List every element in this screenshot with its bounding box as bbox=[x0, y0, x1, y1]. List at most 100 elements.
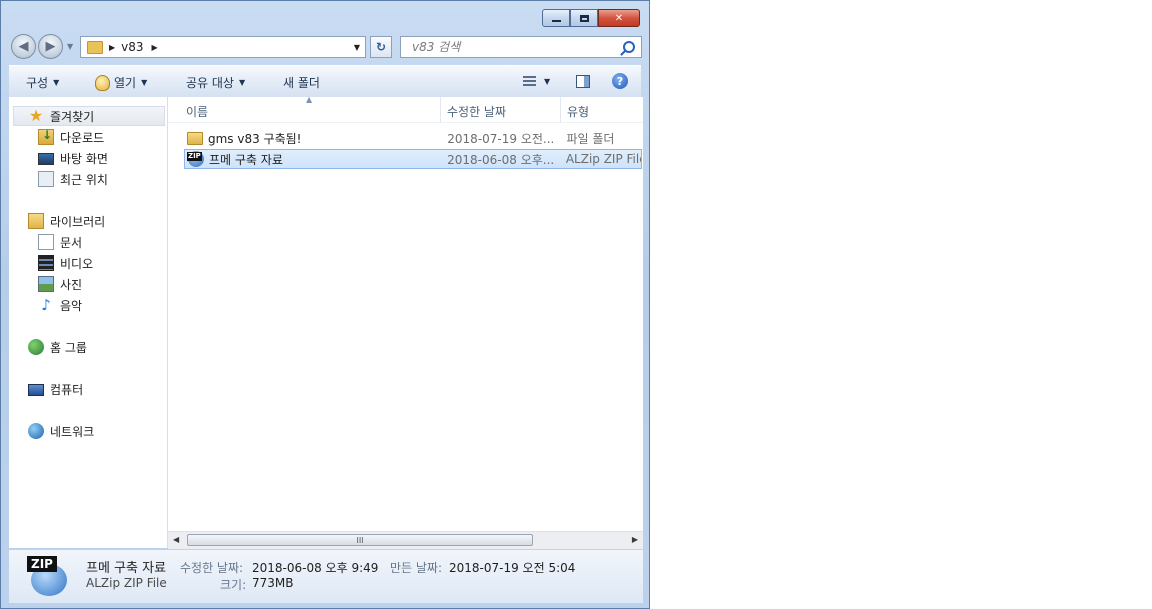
search-icon[interactable] bbox=[623, 41, 635, 53]
refresh-icon: ↻ bbox=[375, 40, 387, 54]
music-note-icon: ♪ bbox=[41, 296, 51, 314]
refresh-button[interactable]: ↻ bbox=[370, 36, 392, 58]
sidebar-item-desktop[interactable]: 바탕 화면 bbox=[38, 148, 108, 168]
chevron-down-icon: ▼ bbox=[544, 76, 551, 86]
details-file-name: 프메 구축 자료 bbox=[86, 561, 167, 576]
chevron-down-icon: ▼ bbox=[53, 78, 60, 87]
column-divider[interactable] bbox=[560, 97, 561, 122]
documents-icon bbox=[38, 234, 54, 250]
organize-label: 구성 bbox=[26, 76, 49, 90]
column-headers: ▲ 이름 수정한 날짜 유형 bbox=[168, 95, 643, 123]
sidebar-item-recent-places[interactable]: 최근 위치 bbox=[38, 169, 108, 189]
minimize-icon bbox=[551, 20, 561, 22]
sort-ascending-icon: ▲ bbox=[306, 95, 313, 104]
maximize-button[interactable] bbox=[570, 9, 598, 27]
size-label: 크기: bbox=[220, 578, 247, 592]
forward-arrow-icon: ▶ bbox=[45, 39, 56, 54]
sidebar-item-computer[interactable]: 컴퓨터 bbox=[28, 379, 83, 399]
breadcrumb-item-v83[interactable]: v83 bbox=[121, 40, 143, 54]
open-app-icon bbox=[95, 74, 110, 91]
sidebar-item-label: 네트워크 bbox=[50, 424, 95, 439]
file-row[interactable]: gms v83 구축됨! 2018-07-19 오전... 파일 폴더 bbox=[184, 128, 642, 148]
size-value: 773MB bbox=[252, 576, 294, 590]
new-folder-label: 새 폴더 bbox=[283, 76, 320, 90]
breadcrumb-separator-icon[interactable]: ▶ bbox=[109, 43, 115, 52]
scroll-right-arrow-icon[interactable]: ▶ bbox=[632, 535, 638, 544]
recent-pages-dropdown-icon[interactable]: ▼ bbox=[67, 42, 73, 51]
column-header-type[interactable]: 유형 bbox=[567, 103, 589, 120]
column-header-date[interactable]: 수정한 날짜 bbox=[447, 103, 506, 120]
pictures-icon bbox=[38, 276, 54, 292]
grip-icon: III bbox=[356, 535, 364, 545]
details-pane: ZIP 프메 구축 자료 ALZip ZIP File 수정한 날짜: 2018… bbox=[9, 549, 643, 603]
downloads-folder-icon bbox=[38, 128, 54, 145]
share-label: 공유 대상 bbox=[186, 76, 234, 90]
scrollbar-thumb[interactable]: III bbox=[187, 534, 533, 546]
file-name: gms v83 구축됨! bbox=[208, 131, 302, 146]
star-icon: ★ bbox=[28, 106, 44, 125]
sidebar-item-label: 문서 bbox=[60, 235, 83, 250]
help-button[interactable]: ? bbox=[612, 73, 628, 89]
modified-date-value: 2018-06-08 오후 9:49 bbox=[252, 561, 379, 575]
close-button[interactable]: ✕ bbox=[598, 9, 640, 27]
sidebar-item-pictures[interactable]: 사진 bbox=[38, 274, 82, 294]
sidebar-item-label: 최근 위치 bbox=[60, 172, 108, 187]
sidebar-item-videos[interactable]: 비디오 bbox=[38, 253, 93, 273]
column-header-name[interactable]: 이름 bbox=[186, 103, 208, 120]
sidebar-item-label: 컴퓨터 bbox=[50, 382, 84, 397]
file-type: 파일 폴더 bbox=[566, 131, 615, 146]
sidebar-item-label: 홈 그룹 bbox=[50, 340, 87, 355]
navigation-pane: ★ 즐겨찾기 다운로드 바탕 화면 최근 위치 라이브러리 문서 비디오 bbox=[9, 97, 168, 548]
command-bar: 구성 ▼ 열기 ▼ 공유 대상 ▼ 새 폴더 ▼ ? bbox=[9, 65, 641, 98]
sidebar-item-network[interactable]: 네트워크 bbox=[28, 421, 94, 441]
sidebar-item-music[interactable]: ♪ 음악 bbox=[38, 295, 82, 315]
sidebar-item-libraries[interactable]: 라이브러리 bbox=[28, 211, 105, 231]
file-row-selected[interactable]: 프메 구축 자료 2018-06-08 오후... ALZip ZIP File bbox=[184, 149, 642, 169]
back-button[interactable]: ◀ bbox=[11, 34, 36, 59]
scroll-left-arrow-icon[interactable]: ◀ bbox=[173, 535, 179, 544]
window-controls: ✕ bbox=[542, 9, 640, 27]
zip-archive-icon: ZIP bbox=[27, 554, 67, 596]
homegroup-icon bbox=[28, 339, 44, 355]
sidebar-item-favorites[interactable]: ★ 즐겨찾기 bbox=[13, 106, 165, 126]
desktop-icon bbox=[38, 153, 54, 165]
minimize-button[interactable] bbox=[542, 9, 570, 27]
column-divider[interactable] bbox=[440, 97, 441, 122]
sidebar-item-downloads[interactable]: 다운로드 bbox=[38, 127, 104, 147]
maximize-icon bbox=[579, 14, 589, 22]
details-file-type: ALZip ZIP File bbox=[86, 576, 167, 590]
file-date: 2018-07-19 오전... bbox=[447, 131, 555, 146]
zip-archive-icon bbox=[187, 151, 204, 167]
sidebar-item-label: 다운로드 bbox=[60, 130, 105, 145]
horizontal-scrollbar[interactable]: ◀ III ▶ bbox=[168, 531, 643, 549]
share-with-menu-button[interactable]: 공유 대상 ▼ bbox=[186, 74, 245, 91]
forward-button[interactable]: ▶ bbox=[38, 34, 63, 59]
sidebar-item-label: 비디오 bbox=[60, 256, 94, 271]
chevron-down-icon: ▼ bbox=[238, 78, 246, 87]
close-icon: ✕ bbox=[614, 12, 624, 24]
folder-icon bbox=[87, 40, 103, 54]
explorer-window: ✕ ◀ ▶ ▼ ▶ v83 ▶ ▼ ↻ 구성▼ 열기▼ 공유 대상▼ 새 폴 bbox=[0, 0, 650, 609]
breadcrumb-separator-icon[interactable]: ▶ bbox=[152, 43, 158, 52]
search-box[interactable] bbox=[400, 36, 642, 58]
organize-menu-button[interactable]: 구성 ▼ bbox=[26, 74, 59, 91]
created-date-label: 만든 날짜: bbox=[390, 561, 443, 575]
help-icon: ? bbox=[612, 73, 628, 89]
sidebar-item-label: 바탕 화면 bbox=[60, 151, 108, 166]
sidebar-item-documents[interactable]: 문서 bbox=[38, 232, 82, 252]
open-menu-button[interactable]: 열기 ▼ bbox=[95, 74, 147, 91]
new-folder-button[interactable]: 새 폴더 bbox=[283, 74, 320, 91]
preview-pane-button[interactable] bbox=[576, 75, 590, 88]
search-input[interactable] bbox=[410, 39, 614, 55]
network-icon bbox=[28, 423, 44, 439]
back-arrow-icon: ◀ bbox=[18, 39, 29, 54]
open-label: 열기 bbox=[114, 76, 137, 90]
sidebar-item-label: 음악 bbox=[60, 298, 83, 313]
sidebar-item-label: 즐겨찾기 bbox=[50, 109, 95, 124]
zip-tag: ZIP bbox=[27, 556, 57, 572]
sidebar-item-homegroup[interactable]: 홈 그룹 bbox=[28, 337, 87, 357]
change-view-button[interactable]: ▼ bbox=[523, 76, 550, 86]
address-bar[interactable]: ▶ v83 ▶ ▼ bbox=[80, 36, 366, 58]
address-history-dropdown-icon[interactable]: ▼ bbox=[354, 43, 360, 52]
created-date-value: 2018-07-19 오전 5:04 bbox=[449, 561, 576, 575]
